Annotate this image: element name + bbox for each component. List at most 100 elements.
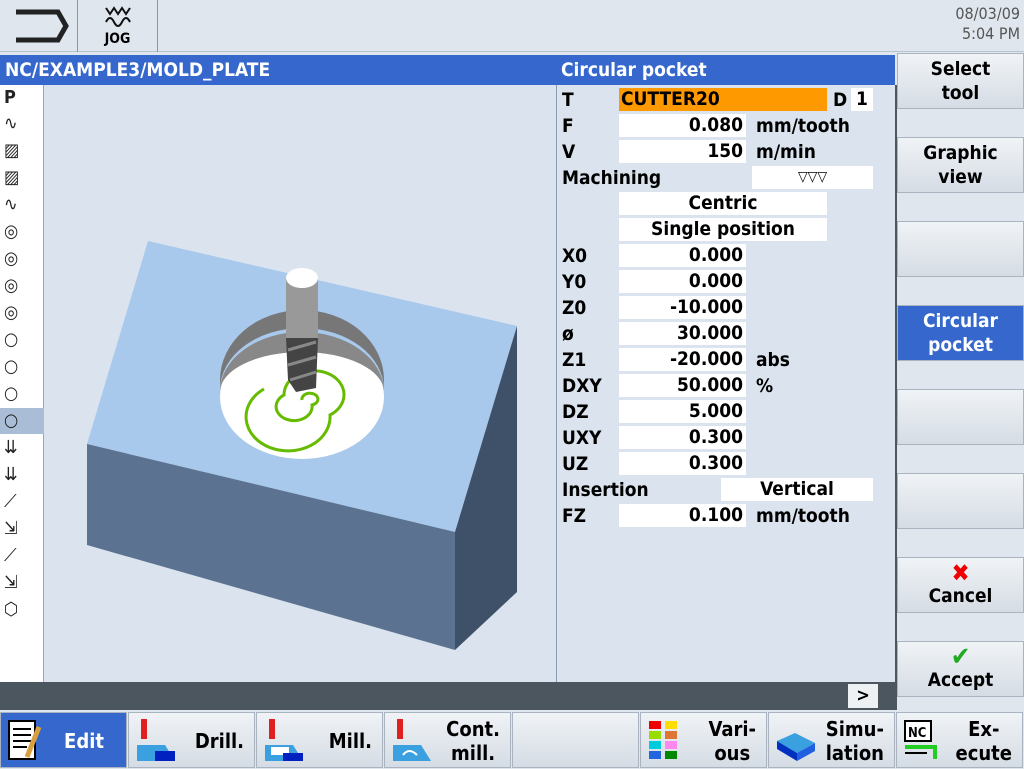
empty-softkey[interactable] <box>512 712 639 768</box>
cancel-x-icon: ✖ <box>951 559 970 587</box>
svg-text:NC: NC <box>908 726 926 741</box>
header-bar: JOG 08/03/09 5:04 PM <box>0 0 1024 52</box>
simulation-button[interactable]: Simu-lation <box>768 712 895 768</box>
jog-mode-indicator: JOG <box>78 0 158 52</box>
mill-button[interactable]: Mill. <box>256 712 383 768</box>
program-step-icon[interactable]: ∿ <box>0 111 44 137</box>
softkey-label-2: mill. <box>451 741 496 765</box>
accept-check-icon: ✔ <box>950 642 971 672</box>
accept-button[interactable]: ✔ Accept <box>897 641 1024 697</box>
program-step-icon[interactable]: ○ <box>0 408 44 434</box>
fz-field[interactable]: 0.100 <box>619 504 746 527</box>
cycle-title: Circular pocket <box>556 55 895 85</box>
position-pattern-select[interactable]: Single position <box>619 218 827 241</box>
softkey-label-2: view <box>938 166 983 188</box>
param-field[interactable]: 0.300 <box>619 426 746 449</box>
program-step-icon[interactable]: ⇊ <box>0 435 44 461</box>
various-button[interactable]: Vari-ous <box>640 712 767 768</box>
param-field[interactable]: 0.300 <box>619 452 746 475</box>
workpiece-pocket-illustration <box>87 241 517 650</box>
program-step-icon[interactable]: ⇊ <box>0 462 44 488</box>
program-step-icon[interactable]: ◎ <box>0 300 44 326</box>
status-bar: > <box>0 682 897 710</box>
fz-label: FZ <box>562 505 587 527</box>
program-step-icon[interactable]: ⇲ <box>0 570 44 596</box>
program-step-icon[interactable]: ▨ <box>0 165 44 191</box>
param-field[interactable]: 30.000 <box>619 322 746 345</box>
param-label: UZ <box>562 453 589 475</box>
program-step-icon[interactable]: ◎ <box>0 246 44 272</box>
program-step-list[interactable]: P ∿ ▨ ▨ ∿ ◎ ◎ ◎ ◎ ○ ○ ○ ○ ⇊ ⇊ ⟋ ⇲ ⟋ ⇲ ⬡ <box>0 85 44 682</box>
param-label: F <box>562 115 574 137</box>
program-step-icon[interactable]: ∿ <box>0 192 44 218</box>
program-step-icon[interactable]: ◎ <box>0 273 44 299</box>
softkey-label: Cancel <box>928 585 993 607</box>
more-button[interactable]: > <box>848 684 878 708</box>
program-step-icon[interactable]: ○ <box>0 354 44 380</box>
softkey-label: Cont. <box>446 717 500 741</box>
softkey-label-2: lation <box>825 741 884 765</box>
param-label: DXY <box>562 375 602 397</box>
execute-button[interactable]: NC Ex-ecute <box>896 712 1023 768</box>
back-button[interactable] <box>0 0 78 52</box>
program-step-icon[interactable]: ▨ <box>0 138 44 164</box>
datetime: 08/03/09 5:04 PM <box>955 4 1020 44</box>
softkey-label-2: tool <box>941 82 980 104</box>
softkey-label: Simu- <box>825 717 884 741</box>
param-field[interactable]: 5.000 <box>619 400 746 423</box>
parameter-form: T CUTTER20 D 1 F 0.080 mm/tooth V 150 m/m… <box>556 85 895 682</box>
param-field[interactable]: 0.000 <box>619 244 746 267</box>
d-field[interactable]: 1 <box>851 88 873 111</box>
softkey-label-2: ous <box>714 741 751 765</box>
softkey-label: Accept <box>927 669 994 691</box>
contour-mill-button[interactable]: Cont. mill. <box>384 712 511 768</box>
softkey-label: Mill. <box>328 729 372 753</box>
param-field[interactable]: -20.000 <box>619 348 746 371</box>
param-field[interactable]: 150 <box>619 140 746 163</box>
softkey-label: Edit <box>64 729 104 753</box>
empty-softkey[interactable] <box>897 473 1024 529</box>
program-path: NC/EXAMPLE3/MOLD_PLATE <box>0 55 556 85</box>
program-step-icon[interactable]: ○ <box>0 381 44 407</box>
program-step-icon[interactable]: ◎ <box>0 219 44 245</box>
tool-label: T <box>562 89 574 111</box>
machining-select[interactable]: ▽▽▽ <box>752 166 873 189</box>
tool-field[interactable]: CUTTER20 <box>619 88 827 111</box>
softkey-label: Select <box>930 58 991 80</box>
drill-button[interactable]: Drill. <box>128 712 255 768</box>
program-step-icon[interactable]: ⟋ <box>0 489 44 515</box>
program-step-icon[interactable]: ○ <box>0 327 44 353</box>
select-tool-button[interactable]: Select tool <box>897 53 1024 109</box>
param-label: UXY <box>562 427 602 449</box>
empty-softkey[interactable] <box>897 221 1024 277</box>
param-field[interactable]: 0.000 <box>619 270 746 293</box>
softkey-label-2: ecute <box>955 741 1013 765</box>
empty-softkey[interactable] <box>897 389 1024 445</box>
position-mode-select[interactable]: Centric <box>619 192 827 215</box>
insertion-select[interactable]: Vertical <box>721 478 873 501</box>
program-step-icon[interactable]: ⇲ <box>0 516 44 542</box>
insertion-label: Insertion <box>562 479 649 501</box>
param-label: ø <box>562 323 574 345</box>
param-field[interactable]: 0.080 <box>619 114 746 137</box>
program-header-step[interactable]: P <box>0 85 44 111</box>
softkey-label: Vari- <box>708 717 756 741</box>
date: 08/03/09 <box>955 4 1020 23</box>
param-unit: mm/tooth <box>756 115 850 137</box>
mode-label: JOG <box>104 31 131 47</box>
fz-unit: mm/tooth <box>756 505 850 527</box>
param-label: V <box>562 141 576 163</box>
edit-button[interactable]: Edit <box>0 712 127 768</box>
cancel-button[interactable]: ✖ Cancel <box>897 557 1024 613</box>
graphic-view-button[interactable]: Graphic view <box>897 137 1024 193</box>
machining-label: Machining <box>562 167 662 189</box>
softkey-label-2: pocket <box>928 334 993 356</box>
param-label: DZ <box>562 401 589 423</box>
param-field[interactable]: 50.000 <box>619 374 746 397</box>
help-graphic <box>44 85 556 682</box>
d-label: D <box>833 89 848 111</box>
program-step-icon[interactable]: ⟋ <box>0 543 44 569</box>
param-field[interactable]: -10.000 <box>619 296 746 319</box>
circular-pocket-button[interactable]: Circular pocket <box>897 305 1024 361</box>
program-step-icon[interactable]: ⬡ <box>0 597 44 623</box>
